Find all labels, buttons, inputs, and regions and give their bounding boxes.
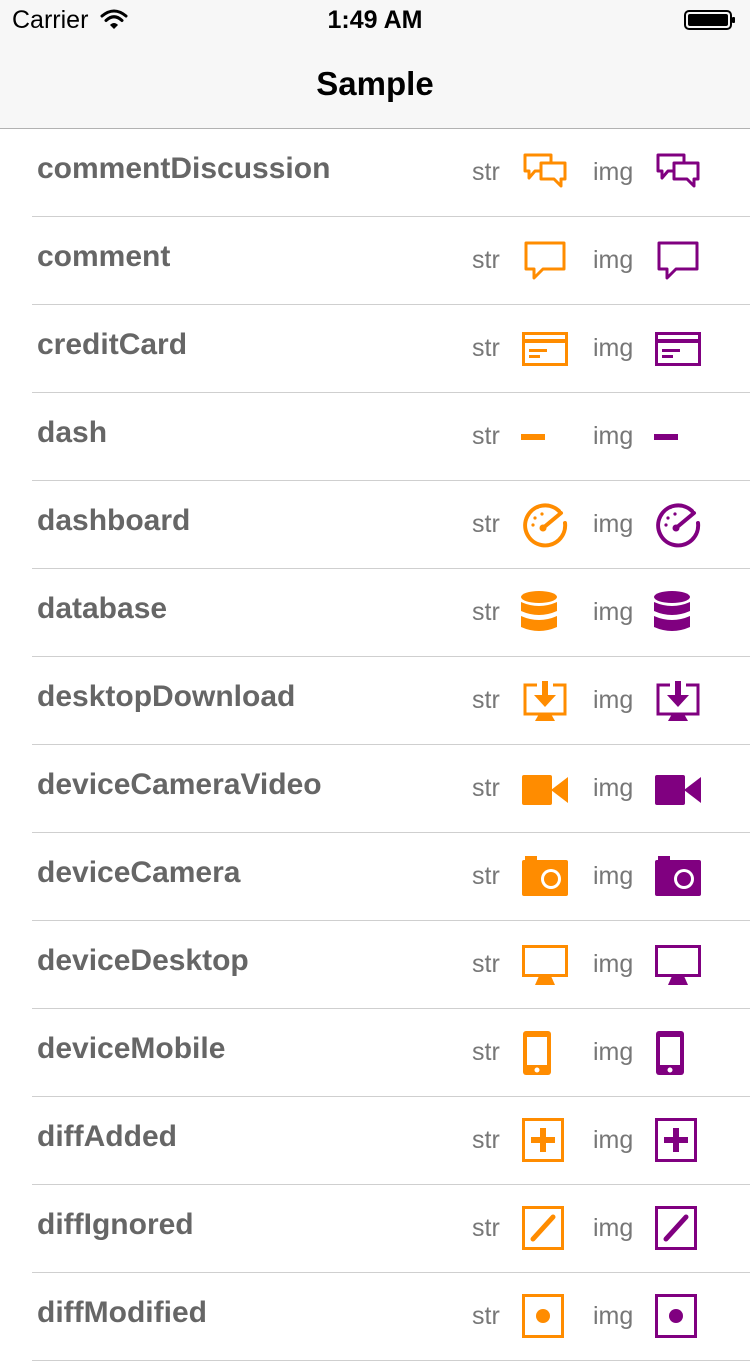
str-label: str: [472, 774, 500, 802]
device-mobile-icon: [521, 1029, 569, 1077]
icon-name-label: deviceMobile: [37, 1032, 226, 1065]
list-item[interactable]: diffModified str img: [0, 1273, 750, 1361]
icon-name-label: deviceCamera: [37, 856, 241, 889]
device-desktop-icon: [654, 941, 702, 989]
str-label: str: [472, 1126, 500, 1154]
str-label: str: [472, 1302, 500, 1330]
str-label: str: [472, 1214, 500, 1242]
credit-card-icon: [521, 325, 569, 373]
str-label: str: [472, 598, 500, 626]
list-item[interactable]: diffIgnored str img: [0, 1185, 750, 1273]
str-label: str: [472, 246, 500, 274]
status-time: 1:49 AM: [327, 6, 423, 34]
str-label: str: [472, 862, 500, 890]
icon-name-label: dashboard: [37, 504, 191, 537]
img-label: img: [593, 1126, 634, 1154]
device-desktop-icon: [521, 941, 569, 989]
dashboard-icon: [521, 501, 569, 549]
img-label: img: [593, 1302, 634, 1330]
list-item[interactable]: deviceCameraVideo str img: [0, 745, 750, 833]
diff-ignored-icon: [521, 1205, 569, 1253]
list-item[interactable]: desktopDownload str img: [0, 657, 750, 745]
navigation-bar: Sample: [0, 40, 750, 129]
diff-added-icon: [654, 1117, 702, 1165]
img-label: img: [593, 158, 634, 186]
device-camera-video-icon: [654, 765, 702, 813]
list-item[interactable]: deviceMobile str img: [0, 1009, 750, 1097]
img-label: img: [593, 686, 634, 714]
img-label: img: [593, 334, 634, 362]
desktop-download-icon: [654, 677, 702, 725]
icon-name-label: diffModified: [37, 1296, 207, 1329]
img-label: img: [593, 862, 634, 890]
comment-discussion-icon: [654, 149, 702, 197]
list-item[interactable]: dash str img: [0, 393, 750, 481]
icon-name-label: diffIgnored: [37, 1208, 194, 1241]
icon-name-label: commentDiscussion: [37, 152, 331, 185]
diff-added-icon: [521, 1117, 569, 1165]
img-label: img: [593, 1038, 634, 1066]
icon-list[interactable]: commentDiscussion str img comment str img cred…: [0, 129, 750, 1361]
str-label: str: [472, 422, 500, 450]
diff-ignored-icon: [654, 1205, 702, 1253]
device-mobile-icon: [654, 1029, 702, 1077]
str-label: str: [472, 510, 500, 538]
list-item[interactable]: comment str img: [0, 217, 750, 305]
page-title: Sample: [316, 65, 434, 102]
list-item[interactable]: deviceDesktop str img: [0, 921, 750, 1009]
battery-icon: [684, 10, 736, 30]
dashboard-icon: [654, 501, 702, 549]
credit-card-icon: [654, 325, 702, 373]
icon-name-label: deviceCameraVideo: [37, 768, 322, 801]
list-item[interactable]: database str img: [0, 569, 750, 657]
desktop-download-icon: [521, 677, 569, 725]
img-label: img: [593, 950, 634, 978]
icon-name-label: database: [37, 592, 168, 625]
str-label: str: [472, 686, 500, 714]
dash-icon: [521, 413, 569, 461]
img-label: img: [593, 774, 634, 802]
device-camera-icon: [521, 853, 569, 901]
list-item[interactable]: dashboard str img: [0, 481, 750, 569]
img-label: img: [593, 1214, 634, 1242]
comment-discussion-icon: [521, 149, 569, 197]
list-item[interactable]: commentDiscussion str img: [0, 129, 750, 217]
database-icon: [654, 589, 702, 637]
icon-name-label: desktopDownload: [37, 680, 296, 713]
str-label: str: [472, 334, 500, 362]
device-camera-icon: [654, 853, 702, 901]
comment-icon: [521, 237, 569, 285]
icon-name-label: comment: [37, 240, 171, 273]
status-bar: Carrier 1:49 AM: [0, 0, 750, 40]
list-item[interactable]: deviceCamera str img: [0, 833, 750, 921]
img-label: img: [593, 246, 634, 274]
img-label: img: [593, 598, 634, 626]
icon-name-label: diffAdded: [37, 1120, 177, 1153]
icon-name-label: deviceDesktop: [37, 944, 249, 977]
device-camera-video-icon: [521, 765, 569, 813]
database-icon: [521, 589, 569, 637]
icon-name-label: dash: [37, 416, 108, 449]
str-label: str: [472, 950, 500, 978]
list-item[interactable]: diffAdded str img: [0, 1097, 750, 1185]
dash-icon: [654, 413, 702, 461]
icon-name-label: creditCard: [37, 328, 188, 361]
str-label: str: [472, 1038, 500, 1066]
img-label: img: [593, 510, 634, 538]
list-item[interactable]: creditCard str img: [0, 305, 750, 393]
img-label: img: [593, 422, 634, 450]
comment-icon: [654, 237, 702, 285]
str-label: str: [472, 158, 500, 186]
